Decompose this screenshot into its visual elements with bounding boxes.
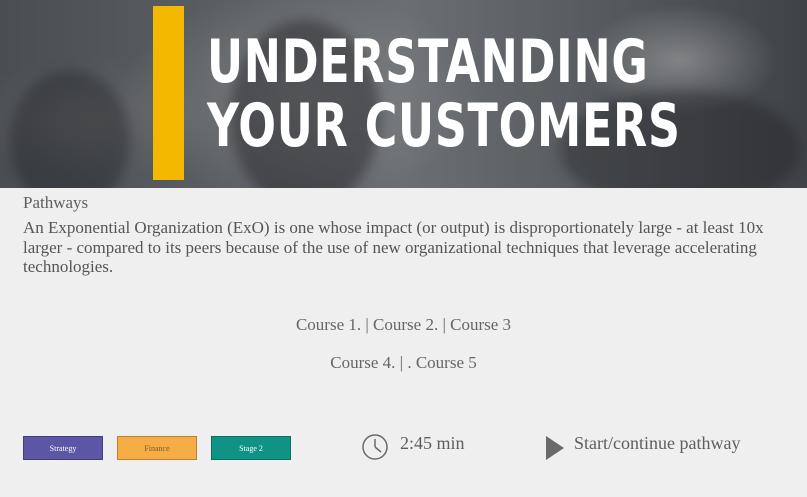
course-separator: |: [361, 315, 374, 334]
hero-title-line-2: YOUR CUSTOMERS: [207, 91, 681, 161]
course-3-link[interactable]: Course 3: [450, 315, 511, 334]
start-pathway-link[interactable]: Start/continue pathway: [574, 433, 740, 454]
pathway-card: UNDERSTANDING YOUR CUSTOMERS Pathways An…: [0, 0, 807, 497]
hero-banner: UNDERSTANDING YOUR CUSTOMERS: [0, 0, 807, 188]
tag-stage[interactable]: Stage 2: [211, 436, 291, 460]
course-4-link[interactable]: Course 4.: [330, 353, 395, 372]
pathway-duration: 2:45 min: [400, 433, 465, 453]
hero-title-line-1: UNDERSTANDING: [207, 27, 649, 97]
tag-strategy[interactable]: Strategy: [23, 436, 103, 460]
section-label: Pathways: [23, 193, 89, 212]
course-2-link[interactable]: Course 2.: [373, 315, 438, 334]
tag-finance[interactable]: Finance: [117, 436, 197, 460]
accent-bar: [153, 6, 184, 180]
hero-title: UNDERSTANDING YOUR CUSTOMERS: [207, 30, 681, 158]
course-1-link[interactable]: Course 1.: [296, 315, 361, 334]
course-list-row-1: Course 1. | Course 2. | Course 3: [0, 315, 807, 335]
play-icon[interactable]: [545, 435, 565, 461]
course-5-link[interactable]: . Course 5: [407, 353, 476, 372]
course-separator: |: [438, 315, 451, 334]
pathway-description: An Exponential Organization (ExO) is one…: [23, 218, 764, 276]
course-separator: |: [395, 353, 408, 372]
course-list-row-2: Course 4. | . Course 5: [0, 353, 807, 373]
clock-icon: [362, 434, 388, 460]
